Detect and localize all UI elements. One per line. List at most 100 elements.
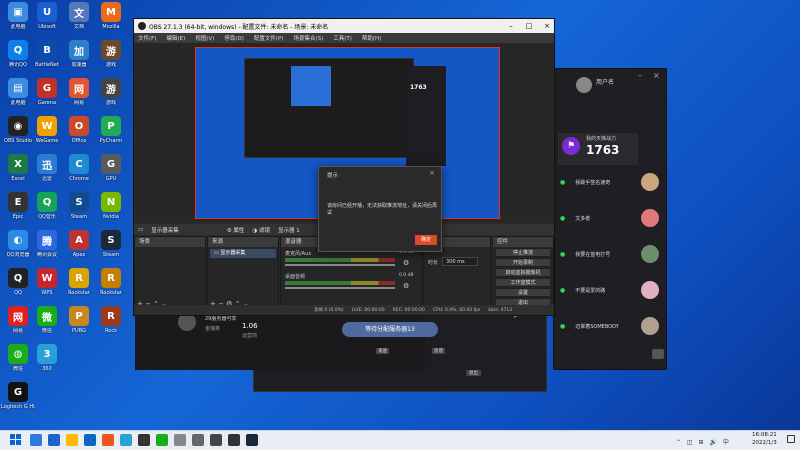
taskbar-app-icon[interactable] [66,434,78,446]
desktop-icon-label: 文档 [73,24,84,30]
desktop-icon[interactable]: 游 游戏 [94,78,128,120]
minimize-icon[interactable]: – [638,71,642,80]
control-button[interactable]: 工作室模式 [495,278,551,287]
taskbar-app-icon[interactable] [192,434,204,446]
desktop-icon[interactable]: 微 微信 [30,306,64,348]
desktop-icon[interactable]: O Office [62,116,96,158]
notification-icon[interactable] [787,435,795,443]
obs-menu-item[interactable]: 文件(F) [138,34,156,42]
clock-time[interactable]: 16:08:21 [752,432,777,438]
taskbar-app-icon[interactable] [30,434,42,446]
taskbar-app-icon[interactable] [48,434,60,446]
desktop-icon[interactable]: 文 文档 [62,2,96,44]
app-icon: Q [8,268,28,288]
app-icon: 文 [69,2,89,22]
current-source-label: 显示器采集 [151,227,179,234]
desktop-icon[interactable]: W WPS [30,268,64,310]
desktop-icon[interactable]: A Apex [62,230,96,272]
taskbar-app-icon[interactable] [102,434,114,446]
taskbar-app-icon[interactable] [228,434,240,446]
start-button[interactable] [10,434,21,445]
desktop-icon[interactable]: G GPU [94,154,128,196]
desktop-icon[interactable]: 迅 迅雷 [30,154,64,196]
obs-menu-item[interactable]: 视图(V) [195,34,214,42]
alert-confirm-button[interactable]: 确定 [415,235,437,245]
taskbar-app-icon[interactable] [156,434,168,446]
desktop-icon-label: Ubisoft [38,24,56,30]
desktop-icon[interactable]: P PUBG [62,306,96,348]
desktop-icon-label: Chrome [69,176,89,182]
launcher-link-send[interactable]: 发送 [376,348,389,354]
obs-statusbar: 丢帧 0 (0.0%) LIVE: 00:00:00 REC: 00:00:00… [134,305,554,315]
desktop-icon[interactable]: G Garena [30,78,64,120]
mixer-mic-gear-icon[interactable]: ⚙ [403,259,409,267]
obs-maximize-button[interactable]: □ [520,19,538,33]
mixer-desktop-slider[interactable] [285,287,395,289]
desktop-icon-label: 迅雷 [41,176,52,182]
filters-button[interactable]: ◑ 滤镜 [252,226,270,234]
obs-menu-item[interactable]: 编辑(E) [166,34,185,42]
alert-close-icon[interactable]: × [429,169,435,177]
taskbar-app-icon[interactable] [138,434,150,446]
desktop-icon[interactable]: Q QQ音乐 [30,192,64,234]
desktop-icon[interactable]: 网 网易 [62,78,96,120]
desktop-icon[interactable]: S Steam [62,192,96,234]
desktop-icon[interactable]: R Rock [94,306,128,348]
properties-button[interactable]: ⚙ 属性 [227,226,245,234]
friend-row[interactable]: ● 文多者 [554,205,664,231]
display-select[interactable]: 显示器 1 [278,226,300,234]
desktop-icon[interactable]: C Chrome [62,154,96,196]
friend-row[interactable]: ● 迈掌着SOMEBODY [554,313,664,339]
friend-row[interactable]: ● 我要在蓝电打号 [554,241,664,267]
taskbar-app-icon[interactable] [246,434,258,446]
desktop-icon[interactable]: 加 加速器 [62,40,96,82]
desktop-icon[interactable]: 腾 腾讯会议 [30,230,64,272]
desktop-icon[interactable]: S Steam [94,230,128,272]
close-icon[interactable]: × [653,71,660,80]
app-icon: R [101,268,121,288]
taskbar-app-icon[interactable] [210,434,222,446]
control-button[interactable]: 启动虚拟摄像机 [495,268,551,277]
desktop-icon[interactable]: M Mozilla [94,2,128,44]
obs-menu-item[interactable]: 帮助(H) [362,34,381,42]
obs-menu-item[interactable]: 工具(T) [333,34,352,42]
desktop-icon[interactable]: U Ubisoft [30,2,64,44]
control-button[interactable]: 开始录制 [495,258,551,267]
duration-input[interactable]: 300 ms [442,257,478,266]
friend-row[interactable]: ● 不要是爱的路 [554,277,664,303]
desktop-icon-label: GPU [105,176,117,182]
launcher-link-feedback[interactable]: 反馈 [432,348,445,354]
desktop-icon[interactable]: G Logitech G HUB [1,382,35,424]
desktop-icon[interactable]: P PyCharm [94,116,128,158]
desktop-icon[interactable]: R Rockstar [62,268,96,310]
obs-minimize-button[interactable]: – [502,19,520,33]
chat-icon[interactable] [652,349,664,359]
launcher-link-exit[interactable]: 退出 [466,370,481,376]
taskbar-app-icon[interactable] [174,434,186,446]
mixer-mic-slider[interactable] [285,264,395,266]
taskbar-app-icon[interactable] [120,434,132,446]
app-icon: O [69,116,89,136]
online-shield-icon: ● [560,322,566,330]
desktop-icon[interactable]: R Rockstar [94,268,128,310]
desktop-icon[interactable]: 游 游戏 [94,40,128,82]
taskbar-app-icon[interactable] [84,434,96,446]
desktop-icon[interactable]: W WeGame [30,116,64,158]
clock-date[interactable]: 2022/1/3 [752,440,777,446]
wait-server-button[interactable]: 等待分配服务器13 [342,322,438,337]
obs-menu-item[interactable]: 配置文件(P) [254,34,284,42]
source-item[interactable]: ▭ 显示器采集 [210,249,276,258]
desktop-icon[interactable]: 3 360 [30,344,64,386]
obs-close-button[interactable]: × [538,19,556,33]
friends-window: 用户名 – × ⚑ 我的天梯战力 1763 ● 我破手签名速奇 ● 文多者 ● … [553,68,667,370]
obs-menu-item[interactable]: 场景集合(S) [293,34,323,42]
friend-row[interactable]: ● 我破手签名速奇 [554,169,664,195]
desktop-icon[interactable]: N Nvidia [94,192,128,234]
mixer-desktop-gear-icon[interactable]: ⚙ [403,282,409,290]
control-button[interactable]: 停止推流 [495,248,551,257]
obs-menu-item[interactable]: 停靠(D) [224,34,244,42]
desktop-icon[interactable]: B BattleNet [30,40,64,82]
desktop-icon-label: Rock [105,328,117,334]
user-avatar[interactable] [576,77,592,93]
control-button[interactable]: 设置 [495,288,551,297]
